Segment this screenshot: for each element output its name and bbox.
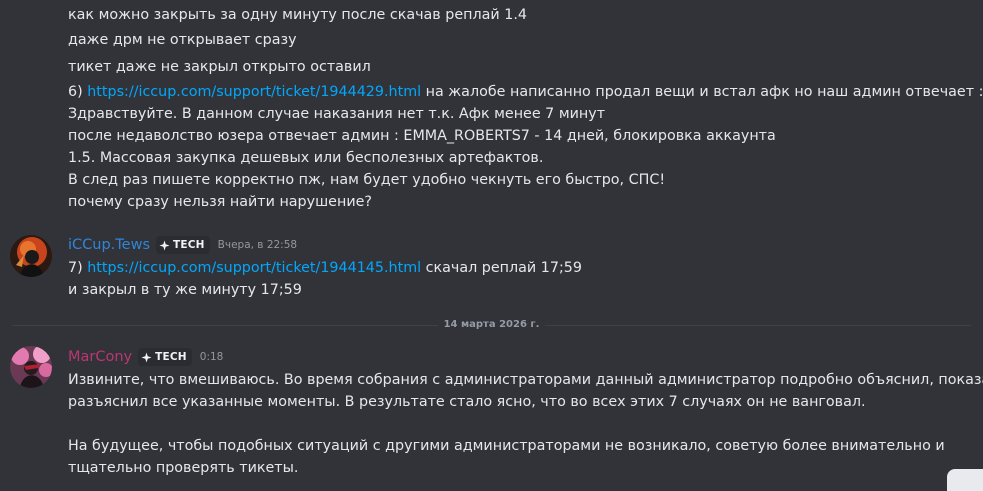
message-header: MarCony TECH 0:18 (68, 347, 223, 367)
message-line: как можно закрыть за одну минуту после с… (68, 7, 527, 23)
message-line: и закрыл в ту же минуту 17;59 (68, 282, 302, 298)
message-line: 7) https://iccup.com/support/ticket/1944… (68, 257, 582, 279)
server-tag[interactable]: TECH (138, 348, 192, 366)
ticket-link[interactable]: https://iccup.com/support/ticket/1944145… (87, 260, 421, 276)
server-tag[interactable]: TECH (156, 236, 210, 254)
message-header: iCCup.Tews TECH Вчера, в 22:58 (68, 235, 297, 255)
tag-label: TECH (173, 239, 205, 251)
message-line: почему сразу нельзя найти нарушение? (68, 194, 372, 210)
message-line: разъяснил все указанные моменты. В резул… (68, 394, 866, 410)
message-line: 1.5. Массовая закупка дешевых или беспол… (68, 150, 544, 166)
jump-to-present-button[interactable] (947, 469, 983, 491)
message-line: тщательно проверять тикеты. (68, 460, 299, 476)
message-line: В след раз пишете корректно пж, нам буде… (68, 172, 666, 188)
message-line: 6) https://iccup.com/support/ticket/1944… (68, 81, 983, 103)
item-number: 7) (68, 260, 88, 276)
message-line: Извините, что вмешиваюсь. Во время собра… (68, 372, 983, 388)
tech-tag-icon (141, 351, 152, 363)
timestamp: Вчера, в 22:58 (217, 239, 298, 251)
date-divider-label: 14 марта 2026 г. (437, 318, 546, 332)
avatar[interactable] (10, 346, 52, 388)
message-line: тикет даже не закрыл открыто оставил (68, 59, 371, 75)
message-line: даже дрм не открывает сразу (68, 32, 297, 48)
username[interactable]: iCCup.Tews (68, 235, 150, 255)
message-line: Здравствуйте. В данном случае наказания … (68, 106, 606, 122)
message-line: после недаволство юзера отвечает админ :… (68, 128, 776, 144)
message-text: скачал реплай 17;59 (421, 260, 582, 276)
item-number: 6) (68, 84, 88, 100)
tech-tag-icon (159, 239, 170, 251)
avatar[interactable] (10, 235, 52, 277)
timestamp: 0:18 (199, 351, 224, 363)
username[interactable]: MarCony (68, 347, 132, 367)
message-text: на жалобе написанно продал вещи и встал … (421, 84, 983, 100)
message-line: На будущее, чтобы подобных ситуаций с др… (68, 438, 945, 454)
ticket-link[interactable]: https://iccup.com/support/ticket/1944429… (87, 84, 421, 100)
tag-label: TECH (155, 351, 187, 363)
